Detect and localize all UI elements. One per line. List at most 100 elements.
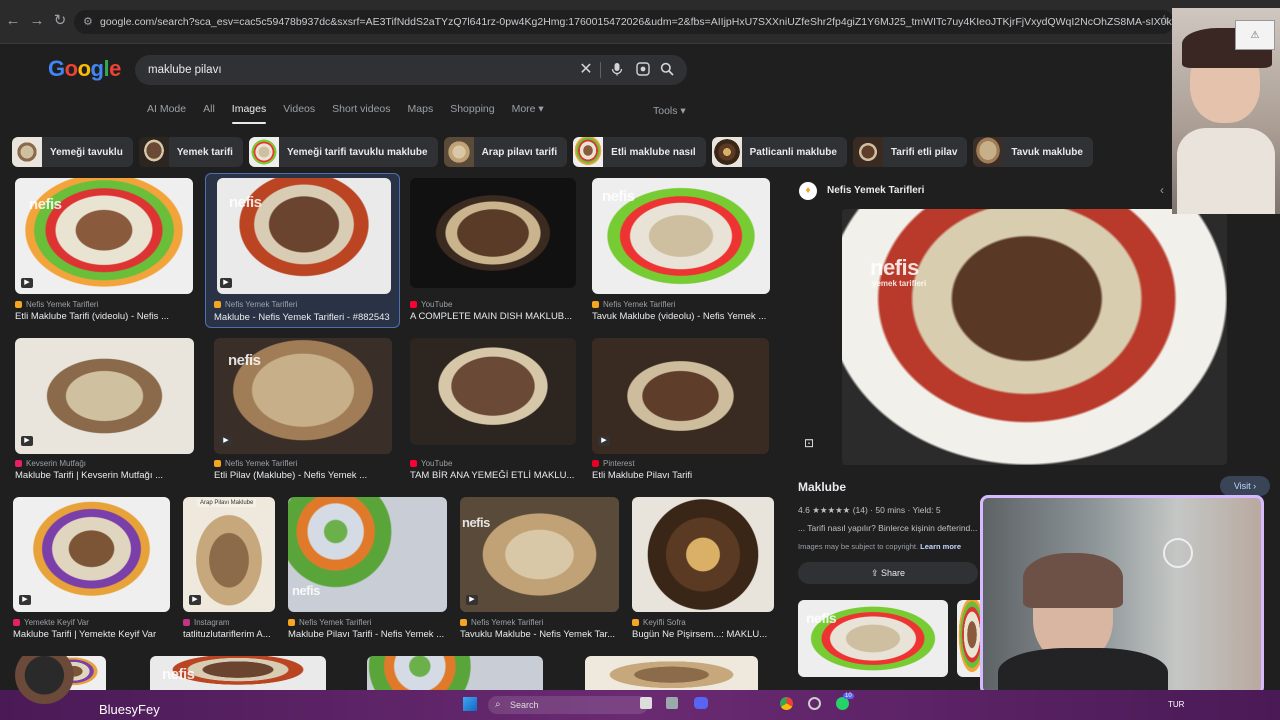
result-title[interactable]: Etli Pilav (Maklube) - Nefis Yemek ... — [214, 470, 394, 481]
result-image[interactable] — [410, 178, 576, 288]
image-result[interactable]: YouTube TAM BİR ANA YEMEĞİ ETLİ MAKLU... — [410, 338, 578, 486]
tab-more[interactable]: More ▾ — [512, 103, 544, 125]
result-image[interactable] — [367, 656, 543, 690]
result-image[interactable] — [15, 338, 194, 454]
clear-icon[interactable]: ✕ — [578, 62, 594, 78]
result-title[interactable]: Bugün Ne Pişirsem...: MAKLU... — [632, 629, 774, 640]
chrome-icon[interactable] — [780, 697, 793, 710]
result-source[interactable]: Nefis Yemek Tarifleri — [15, 300, 98, 309]
result-source[interactable]: Instagram — [183, 618, 230, 627]
result-title[interactable]: Tavuk Maklube (videolu) - Nefis Yemek ..… — [592, 311, 772, 322]
result-title[interactable]: tatlituzlutariflerim A... — [183, 629, 276, 640]
result-title[interactable]: Maklube Tarifi | Yemekte Keyif Var — [13, 629, 171, 640]
search-input[interactable]: maklube pilavı — [148, 55, 222, 85]
result-image[interactable]: nefis — [214, 338, 392, 454]
image-result[interactable]: ▶ Kevserin Mutfağı Maklube Tarifi | Kevs… — [15, 338, 195, 486]
preview-image[interactable]: nefis yemek tarifleri — [842, 209, 1227, 465]
image-result[interactable]: ▶ Yemekte Keyif Var Maklube Tarifi | Yem… — [13, 497, 171, 645]
result-source[interactable]: Nefis Yemek Tarifleri — [214, 300, 297, 309]
result-image[interactable]: nefis — [288, 497, 447, 612]
learn-more-link[interactable]: Learn more — [920, 542, 961, 551]
chip[interactable]: Yemek tarifi — [138, 137, 243, 167]
chevron-left-icon[interactable]: ‹ — [1160, 183, 1164, 197]
result-source[interactable]: YouTube — [410, 459, 452, 468]
result-title[interactable]: Maklube - Nefis Yemek Tarifleri - #88254… — [214, 312, 396, 323]
result-source[interactable]: Nefis Yemek Tarifleri — [460, 618, 543, 627]
chip[interactable]: Patlicanli maklube — [711, 137, 847, 167]
image-result[interactable]: nefis Nefis Yemek Tarifleri Tavuk Maklub… — [592, 178, 772, 326]
image-result[interactable]: Keyifli Sofra Bugün Ne Pişirsem...: MAKL… — [632, 497, 774, 645]
chip[interactable]: Yemeği tarifi tavuklu maklube — [248, 137, 438, 167]
lens-search-icon[interactable]: ⊡ — [804, 436, 814, 450]
tab-videos[interactable]: Videos — [283, 103, 315, 125]
tab-shopping[interactable]: Shopping — [450, 103, 494, 125]
result-title[interactable]: A COMPLETE MAIN DISH MAKLUB... — [410, 311, 578, 322]
steam-icon[interactable] — [666, 697, 678, 709]
related-image[interactable]: nefis — [798, 600, 948, 677]
language-indicator[interactable]: TUR — [1168, 700, 1184, 709]
result-image[interactable] — [632, 497, 774, 612]
result-title[interactable]: Maklube Pilavı Tarifi - Nefis Yemek ... — [288, 629, 448, 640]
tools-button[interactable]: Tools ▾ — [653, 105, 686, 117]
image-result-selected[interactable]: nefis ▶ Nefis Yemek Tarifleri Maklube - … — [205, 173, 400, 328]
taskbar-search[interactable]: ⌕ Search — [488, 696, 648, 714]
site-info-icon[interactable]: ⚙ — [83, 10, 93, 34]
result-image[interactable]: nefis — [217, 178, 391, 294]
google-logo[interactable]: Google — [48, 56, 121, 82]
tab-all[interactable]: All — [203, 103, 215, 125]
result-title[interactable]: Maklube Tarifi | Kevserin Mutfağı ... — [15, 470, 195, 481]
search-icon[interactable] — [659, 62, 675, 78]
tab-maps[interactable]: Maps — [408, 103, 434, 125]
result-image[interactable] — [592, 338, 769, 454]
chip[interactable]: Etli maklube nasıl — [573, 137, 706, 167]
voice-search-icon[interactable] — [609, 62, 625, 78]
visit-button[interactable]: Visit › — [1220, 476, 1270, 496]
app-icon[interactable] — [808, 697, 821, 710]
chip[interactable]: Tavuk maklube — [973, 137, 1093, 167]
image-result[interactable]: nefis ▶ Nefis Yemek Tarifleri Tavuklu Ma… — [460, 497, 620, 645]
image-result[interactable]: YouTube A COMPLETE MAIN DISH MAKLUB... — [410, 178, 578, 326]
result-source[interactable]: Nefis Yemek Tarifleri — [214, 459, 297, 468]
image-result[interactable]: nefis ▶ Nefis Yemek Tarifleri Etli Pilav… — [214, 338, 394, 486]
result-image[interactable]: nefis — [15, 178, 193, 294]
result-source[interactable]: YouTube — [410, 300, 452, 309]
chip[interactable]: Yemeği tavuklu — [12, 137, 133, 167]
result-title[interactable]: TAM BİR ANA YEMEĞİ ETLİ MAKLU... — [410, 470, 578, 481]
address-bar[interactable]: ⚙ google.com/search?sca_esv=cac5c59478b9… — [74, 10, 1174, 34]
result-source[interactable]: Nefis Yemek Tarifleri — [592, 300, 675, 309]
result-image[interactable] — [585, 656, 758, 690]
search-box[interactable]: maklube pilavı ✕ — [135, 55, 687, 85]
result-image[interactable]: nefis — [150, 656, 326, 690]
result-source[interactable]: Kevserin Mutfağı — [15, 459, 86, 468]
discord-icon[interactable] — [694, 697, 708, 709]
image-result[interactable]: nefis Nefis Yemek Tarifleri Maklube Pila… — [288, 497, 448, 645]
result-image[interactable] — [410, 338, 576, 445]
panel-source[interactable]: Nefis Yemek Tarifleri — [827, 185, 924, 196]
tab-ai-mode[interactable]: AI Mode — [147, 103, 186, 125]
result-title[interactable]: Etli Maklube Tarifi (videolu) - Nefis ..… — [15, 311, 195, 322]
lens-icon[interactable] — [635, 62, 651, 78]
result-image[interactable] — [13, 497, 170, 612]
share-button[interactable]: ⇪ Share — [798, 562, 978, 584]
result-title[interactable]: Tavuklu Maklube - Nefis Yemek Tar... — [460, 629, 620, 640]
back-icon[interactable]: ← — [4, 12, 22, 30]
task-view-icon[interactable] — [640, 697, 652, 709]
tab-images[interactable]: Images — [231, 103, 267, 125]
image-result[interactable]: nefis ▶ Nefis Yemek Tarifleri Etli Maklu… — [15, 178, 195, 326]
tab-short-videos[interactable]: Short videos — [332, 103, 390, 125]
result-source[interactable]: Keyifli Sofra — [632, 618, 686, 627]
reload-icon[interactable]: ↻ — [51, 12, 69, 30]
result-source[interactable]: Pinterest — [592, 459, 635, 468]
chip[interactable]: Arap pilavı tarifi — [443, 137, 568, 167]
image-result[interactable]: ▶ Pinterest Etli Maklube Pilavı Tarifi — [592, 338, 772, 486]
windows-start-icon[interactable] — [463, 697, 477, 711]
chip[interactable]: Tarifi etli pilav — [852, 137, 968, 167]
image-result[interactable]: Arap Pilavı Maklube ▶ Instagram tatlituz… — [183, 497, 276, 645]
result-source[interactable]: Nefis Yemek Tarifleri — [288, 618, 371, 627]
bookmark-star-icon[interactable]: ☆ — [1158, 12, 1170, 28]
result-source[interactable]: Yemekte Keyif Var — [13, 618, 89, 627]
forward-icon[interactable]: → — [28, 12, 46, 30]
result-title[interactable]: Etli Maklube Pilavı Tarifi — [592, 470, 772, 481]
result-image[interactable]: nefis — [592, 178, 770, 294]
result-image[interactable]: nefis — [460, 497, 619, 612]
